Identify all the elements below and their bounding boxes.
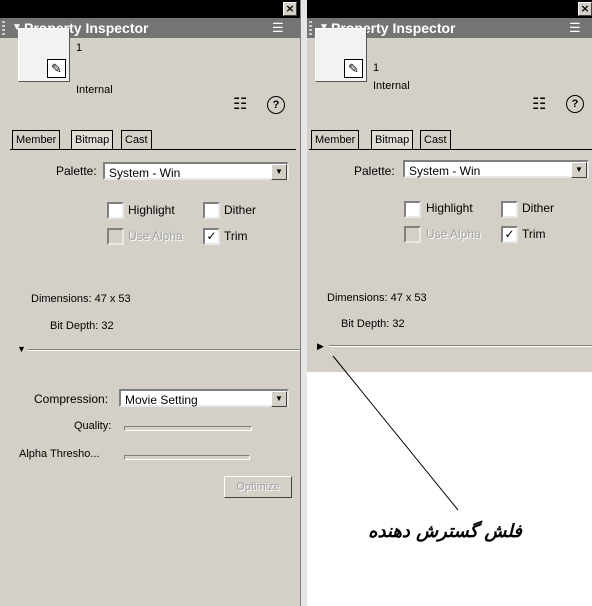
expander-arrow-caption: فلش گسترش دهنده (368, 521, 522, 542)
callout-line (332, 355, 459, 511)
